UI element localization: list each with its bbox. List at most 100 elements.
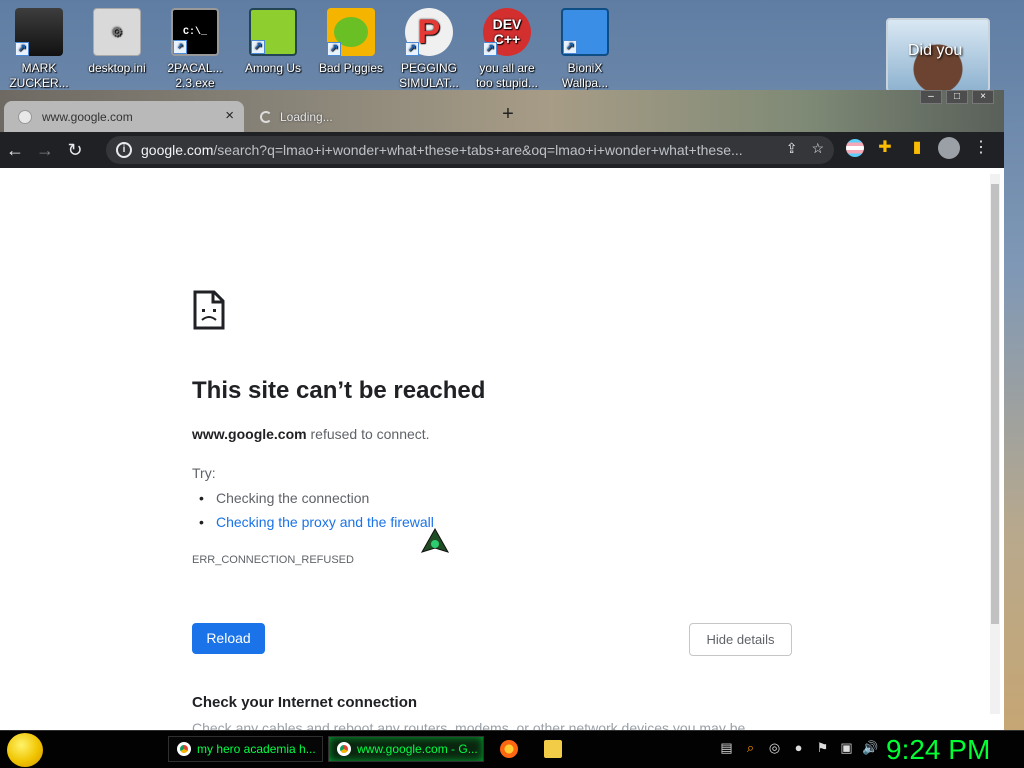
sidebar-icon[interactable]: ▮ (906, 137, 928, 159)
start-smiley-icon[interactable] (7, 733, 43, 767)
taskbar-item-label: my hero academia h... (197, 742, 316, 756)
taskbar-item-my-hero-academia[interactable]: my hero academia h... (168, 736, 323, 762)
desktop-icon-mark-zucker[interactable]: ↗ MARK ZUCKER... (0, 4, 78, 91)
globe-icon (18, 109, 32, 124)
bad-piggies-icon: ↗ (327, 8, 375, 56)
firefox-icon[interactable] (500, 740, 518, 758)
desktop-icon-desktop-ini[interactable]: ⚙ desktop.ini (78, 4, 156, 76)
desktop-icon-label: Bad Piggies (318, 61, 384, 75)
forward-icon[interactable]: → (30, 135, 60, 165)
desktop-icon-bionix-wallpaper[interactable]: ↗ BioniX Wallpa... (546, 4, 624, 91)
desktop-icon-label: 2.3.exe (175, 76, 215, 90)
desktop-icon-label: BioniX (567, 61, 603, 75)
shortcut-arrow-icon: ↗ (563, 40, 577, 54)
system-tray: ▤ ⌕ ◎ ● ⚑ ▣ 🔊 (718, 739, 879, 756)
share-icon[interactable]: ⇪ (786, 140, 798, 157)
shortcut-arrow-icon: ↗ (327, 42, 341, 56)
chat-icon[interactable]: ● (790, 739, 807, 756)
close-window-icon[interactable]: × (972, 90, 994, 104)
folder-icon[interactable] (544, 740, 562, 758)
desktop-icon-label: 2PACAL... (167, 61, 223, 75)
close-icon[interactable]: × (225, 107, 234, 124)
star-icon[interactable]: ☆ (811, 140, 824, 157)
minimize-icon[interactable]: – (920, 90, 942, 104)
reload-icon[interactable]: ↻ (60, 135, 90, 165)
suggestion-list: Checking the connection Checking the pro… (216, 488, 434, 536)
disk-icon[interactable]: ◎ (766, 739, 783, 756)
clock[interactable]: 9:24 PM (886, 733, 990, 767)
menu-icon[interactable]: ⋮ (970, 137, 992, 159)
avatar[interactable] (938, 137, 960, 159)
error-code: ERR_CONNECTION_REFUSED (192, 554, 354, 566)
search-icon[interactable]: ⌕ (742, 739, 759, 756)
page-viewport: This site can’t be reached www.google.co… (0, 168, 1004, 730)
shortcut-arrow-icon: ↗ (251, 40, 265, 54)
desktop-icons: ↗ MARK ZUCKER... ⚙ desktop.ini C:\_ ↗ 2PA… (0, 4, 880, 94)
desktop-photo-widget[interactable]: Did you (886, 18, 990, 92)
details-heading: Check your Internet connection (192, 694, 418, 711)
tab-title: Loading... (280, 110, 333, 124)
browser-window: www.google.com × Loading... + – □ × ← → … (0, 90, 1004, 730)
error-content: This site can’t be reached www.google.co… (192, 289, 792, 730)
browser-toolbar: ← → ↻ i google.com/search?q=lmao+i+wonde… (0, 132, 1004, 168)
loading-spinner-icon (260, 111, 272, 123)
host-name: www.google.com (192, 426, 307, 442)
volume-icon[interactable]: 🔊 (862, 739, 879, 756)
refused-message: www.google.com refused to connect. (192, 426, 430, 442)
desktop-icon-label: you all are (479, 61, 535, 75)
shortcut-arrow-icon: ↗ (15, 42, 29, 56)
desktop-icon-pegging-simulator[interactable]: P ↗ PEGGING SIMULAT... (390, 4, 468, 91)
chrome-icon (177, 742, 191, 756)
scrollbar-thumb[interactable] (991, 184, 999, 624)
address-bar-actions: ⇪ ☆ (786, 140, 824, 157)
window-controls: – □ × (920, 90, 994, 106)
desktop-icon-label: Among Us (244, 61, 302, 75)
terminal-icon: C:\_ ↗ (171, 8, 219, 56)
reload-button[interactable]: Reload (192, 623, 265, 654)
flag-extension-icon[interactable] (846, 139, 864, 157)
tab-loading[interactable]: Loading... (250, 103, 480, 131)
dev-cpp-icon: DEV C++ ↗ (483, 8, 531, 56)
puzzle-icon[interactable]: ✚ (874, 137, 896, 159)
network-icon[interactable]: ▣ (838, 739, 855, 756)
url-host: google.com (141, 142, 214, 158)
sad-file-icon (193, 290, 225, 330)
hide-details-button[interactable]: Hide details (689, 623, 792, 656)
flag-icon[interactable]: ⚑ (814, 739, 831, 756)
info-icon[interactable]: i (116, 142, 132, 158)
address-bar[interactable]: i google.com/search?q=lmao+i+wonder+what… (106, 136, 834, 164)
desktop-icon-you-all-are[interactable]: DEV C++ ↗ you all are too stupid... (468, 4, 546, 91)
desktop-icon-bad-piggies[interactable]: ↗ Bad Piggies (312, 4, 390, 76)
printer-icon[interactable]: ▤ (718, 739, 735, 756)
desktop-icon-among-us[interactable]: ↗ Among Us (234, 4, 312, 76)
shortcut-arrow-icon: ↗ (405, 42, 419, 56)
desktop-icon-label: too stupid... (475, 76, 539, 90)
desktop-icon-label: ZUCKER... (9, 76, 69, 90)
tab-google[interactable]: www.google.com × (4, 101, 244, 132)
url-text: google.com/search?q=lmao+i+wonder+what+t… (141, 142, 761, 158)
tab-title: www.google.com (42, 109, 133, 124)
refused-text: refused to connect. (306, 426, 430, 442)
scrollbar[interactable] (990, 174, 1000, 714)
assassin-icon: ↗ (15, 8, 63, 56)
back-icon[interactable]: ← (0, 135, 30, 165)
details-text: Check any cables and reboot any routers,… (192, 720, 746, 730)
shortcut-arrow-icon: ↗ (483, 42, 497, 56)
settings-file-icon: ⚙ (93, 8, 141, 56)
extension-area: ✚ ▮ ⋮ (846, 137, 992, 159)
desktop-icon-2pacal[interactable]: C:\_ ↗ 2PACAL... 2.3.exe (156, 4, 234, 91)
among-us-icon: ↗ (249, 8, 297, 56)
desktop-icon-label: Wallpa... (561, 76, 609, 90)
pegging-p-icon: P ↗ (405, 8, 453, 56)
new-tab-button[interactable]: + (496, 103, 520, 127)
taskbar: my hero academia h... www.google.com - G… (0, 730, 1024, 768)
desktop-icon-label: MARK (21, 61, 57, 75)
proxy-firewall-link[interactable]: Checking the proxy and the firewall (216, 512, 434, 536)
desktop-icon-label: SIMULAT... (399, 76, 459, 90)
tab-strip: www.google.com × Loading... + – □ × (0, 90, 1004, 132)
taskbar-item-google[interactable]: www.google.com - G... (328, 736, 484, 762)
maximize-icon[interactable]: □ (946, 90, 968, 104)
monitor-icon: ↗ (561, 8, 609, 56)
desktop-icon-label: PEGGING (400, 61, 457, 75)
widget-caption: Did you (908, 42, 963, 59)
